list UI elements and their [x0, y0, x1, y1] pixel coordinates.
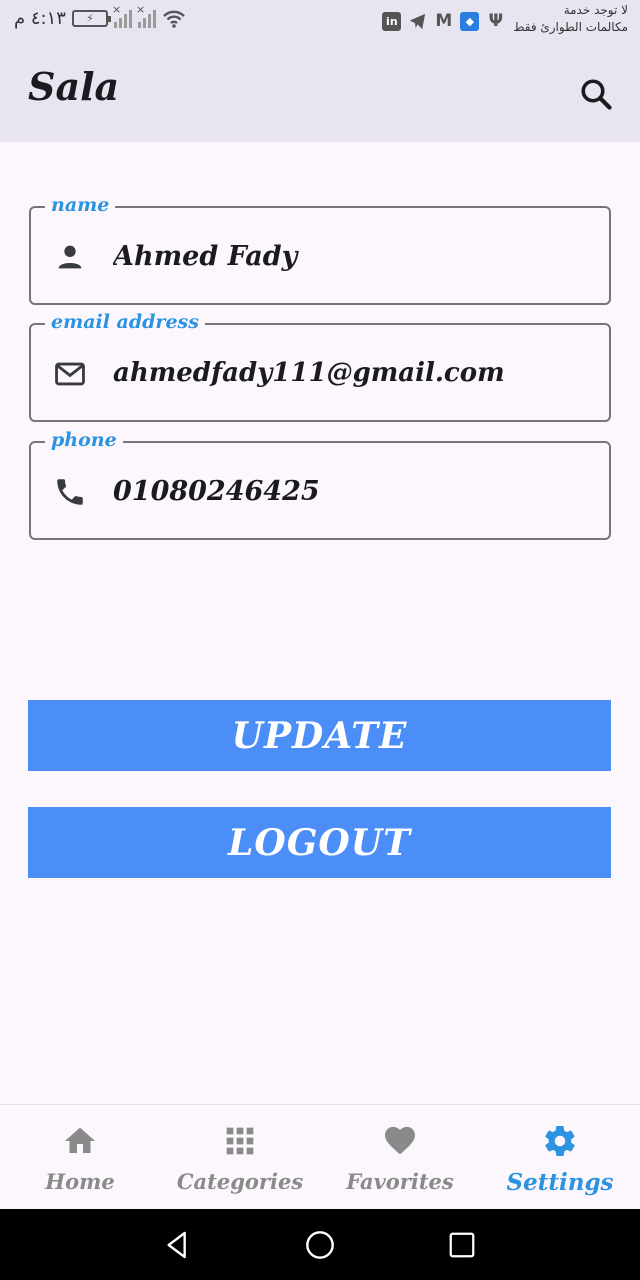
app-title: Sala	[28, 64, 120, 109]
gear-icon	[542, 1123, 578, 1159]
email-field-label: email address	[45, 311, 205, 333]
phone-field-label: phone	[45, 429, 123, 451]
email-field[interactable]: email address	[29, 311, 611, 422]
nav-label-categories: Categories	[176, 1169, 304, 1194]
phone-input[interactable]	[113, 469, 593, 513]
status-bar-right: in M ◆ Ψ لا توجد خدمة مكالمات الطوارئ فق…	[382, 2, 628, 36]
email-input[interactable]	[113, 351, 593, 395]
status-time: ٤:١٣ م	[14, 8, 66, 29]
heart-icon	[382, 1123, 418, 1159]
nav-item-settings[interactable]: Settings	[480, 1105, 640, 1209]
nav-label-settings: Settings	[506, 1169, 614, 1196]
phone-field[interactable]: phone	[29, 429, 611, 540]
mail-icon	[53, 357, 87, 391]
status-bar-left: ٤:١٣ م ⚡ × ×	[14, 3, 186, 29]
battery-charging-glyph: ⚡	[86, 12, 94, 25]
gmail-icon: M	[435, 11, 453, 31]
shield-app-icon: ◆	[460, 11, 480, 31]
battery-icon: ⚡	[71, 10, 111, 27]
name-field-label: name	[45, 194, 116, 216]
system-nav-bar	[0, 1209, 640, 1280]
nav-item-categories[interactable]: Categories	[160, 1105, 320, 1209]
nav-label-home: Home	[45, 1169, 115, 1194]
bottom-nav: Home Categories Favorites Settings	[0, 1104, 640, 1209]
signal-icon: ×	[112, 3, 132, 28]
search-icon	[581, 79, 612, 110]
carrier-text: لا توجد خدمة مكالمات الطوارئ فقط	[513, 3, 628, 34]
status-bar: ٤:١٣ م ⚡ × × in M ◆ Ψ لا توجد خدمة مكالم…	[0, 0, 640, 44]
update-button[interactable]: UPDATE	[28, 700, 611, 771]
search-button[interactable]	[574, 72, 618, 116]
telegram-icon	[410, 13, 426, 29]
signal-icon-2: ×	[136, 3, 156, 28]
back-button[interactable]	[160, 1227, 196, 1263]
usb-icon: Ψ	[488, 11, 504, 31]
phone-icon	[53, 475, 87, 509]
back-icon	[167, 1231, 186, 1259]
recents-button[interactable]	[444, 1227, 480, 1263]
home-circle-icon	[306, 1231, 334, 1259]
app-bar: Sala	[0, 44, 640, 142]
name-field[interactable]: name	[29, 194, 611, 305]
name-input[interactable]	[113, 234, 593, 278]
nav-label-favorites: Favorites	[346, 1169, 454, 1194]
nav-item-favorites[interactable]: Favorites	[320, 1105, 480, 1209]
wifi-icon	[163, 10, 185, 28]
home-icon	[62, 1123, 98, 1159]
person-icon	[53, 240, 87, 274]
recents-icon	[449, 1232, 475, 1258]
logout-button[interactable]: LOGOUT	[28, 807, 611, 878]
linkedin-icon: in	[382, 11, 402, 31]
grid-icon	[222, 1123, 258, 1159]
home-system-button[interactable]	[302, 1227, 338, 1263]
nav-item-home[interactable]: Home	[0, 1105, 160, 1209]
